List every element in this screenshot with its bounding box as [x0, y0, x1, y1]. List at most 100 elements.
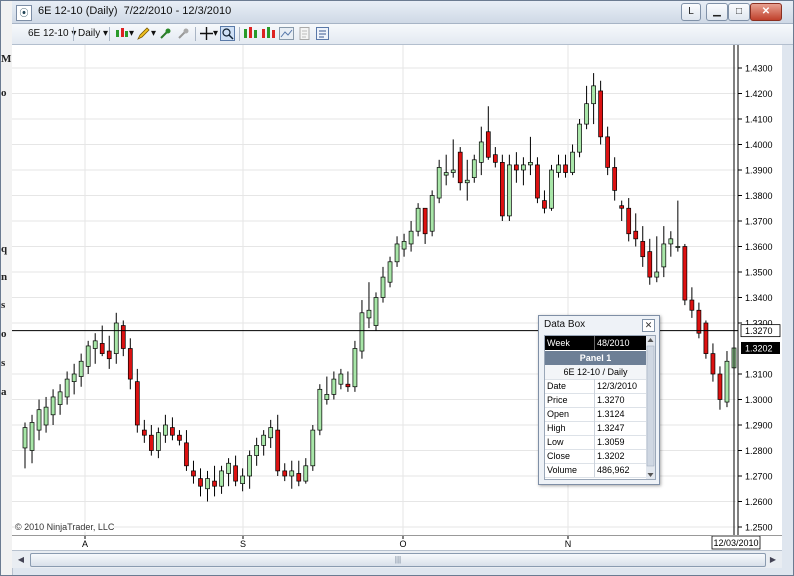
- indicators-icon[interactable]: [243, 26, 258, 41]
- close-icon[interactable]: ✕: [642, 319, 655, 332]
- chart-image-icon[interactable]: [279, 26, 294, 41]
- price-label: 1.3700: [745, 217, 773, 227]
- week-label: Week: [547, 336, 595, 350]
- price-label: 1.4300: [745, 64, 773, 74]
- horizontal-scrollbar[interactable]: ◀ ||| ▶: [12, 550, 782, 568]
- up-candle: [415, 207, 421, 232]
- background-window-letter: s: [1, 357, 6, 369]
- background-window-letter: o: [1, 328, 7, 340]
- down-candle: [703, 322, 709, 354]
- down-candle: [682, 246, 688, 301]
- down-candle: [612, 167, 618, 191]
- up-candle: [338, 373, 344, 385]
- last-price-label: 1.3202: [745, 343, 773, 353]
- down-candle: [198, 478, 203, 487]
- down-candle: [689, 299, 695, 311]
- row-value: 1.3247: [597, 423, 625, 433]
- scroll-down-icon[interactable]: [647, 473, 654, 477]
- down-candle: [633, 230, 639, 240]
- week-row: Week 48/2010: [545, 336, 646, 350]
- chart-app-icon: ⦿: [16, 5, 32, 21]
- background-window-letter: n: [1, 271, 8, 283]
- row-label: Low: [547, 435, 595, 449]
- chevron-down-icon[interactable]: ▾: [213, 26, 218, 41]
- up-candle: [29, 422, 35, 451]
- price-label: 1.3600: [745, 242, 773, 252]
- up-candle: [219, 470, 224, 487]
- week-value: 48/2010: [597, 338, 630, 348]
- strategies-icon[interactable]: [261, 26, 276, 41]
- chart-toolbar: 6E 12-10 ▾ Daily ▾ ▾ ▾ ▾: [12, 24, 793, 45]
- up-candle: [303, 465, 309, 482]
- row-value: 1.3059: [597, 437, 625, 447]
- down-candle: [640, 241, 646, 258]
- toolbar-separator: [109, 27, 110, 41]
- data-box-window[interactable]: Data Box ✕ Week 48/2010 Panel 1 6E 12-10…: [538, 315, 660, 485]
- down-candle: [275, 429, 281, 472]
- scroll-left-icon[interactable]: ◀: [14, 553, 28, 566]
- chart-panel[interactable]: 1.4300 1.4200 1.4100 1.4000 1.3900 1.3800 1.37…: [12, 45, 782, 535]
- up-candle: [310, 429, 316, 467]
- instrument-selector[interactable]: 6E 12-10 ▾: [28, 26, 76, 41]
- scroll-up-icon[interactable]: [647, 338, 654, 342]
- data-box-grid: Week 48/2010 Panel 1 6E 12-10 / Daily Da…: [544, 335, 647, 480]
- pencil-icon[interactable]: [136, 26, 151, 41]
- down-candle: [710, 353, 716, 375]
- up-candle: [359, 312, 365, 352]
- scroll-thumb[interactable]: |||: [30, 553, 766, 567]
- chevron-down-icon[interactable]: ▾: [151, 26, 156, 41]
- scroll-right-icon[interactable]: ▶: [766, 553, 780, 566]
- price-label: 1.2800: [745, 446, 773, 456]
- draw-marker-icon[interactable]: [158, 26, 173, 41]
- chevron-down-icon[interactable]: ▾: [129, 26, 134, 41]
- scroll-thumb[interactable]: [646, 345, 655, 467]
- time-axis-labels: A S O N 12/03/2010: [82, 535, 761, 550]
- down-candle: [542, 200, 547, 209]
- price-chart[interactable]: 1.4300 1.4200 1.4100 1.4000 1.3900 1.3800 1.37…: [12, 45, 782, 535]
- up-candle: [43, 406, 49, 426]
- up-candle: [724, 360, 730, 403]
- up-candle: [352, 348, 358, 388]
- down-candle: [457, 151, 463, 184]
- background-window-letter: s: [1, 299, 6, 311]
- up-candle: [373, 297, 379, 326]
- data-box-scroll-track: [646, 338, 655, 477]
- down-candle: [563, 164, 568, 173]
- up-candle: [478, 141, 484, 163]
- up-candle: [380, 276, 386, 298]
- up-candle: [394, 243, 400, 263]
- row-label: Date: [547, 379, 595, 393]
- down-candle: [184, 442, 189, 467]
- interval-selector[interactable]: Daily ▾: [78, 26, 108, 41]
- title-bar[interactable]: ⦿ 6E 12-10 (Daily) 7/22/2010 - 12/3/2010…: [12, 1, 793, 24]
- row-label: Open: [547, 407, 595, 421]
- time-label: N: [565, 539, 572, 549]
- up-candle: [71, 373, 77, 383]
- up-candle: [387, 261, 393, 283]
- zoom-icon[interactable]: [220, 26, 235, 41]
- up-candle: [436, 167, 442, 199]
- close-icon[interactable]: ✕: [750, 3, 782, 21]
- up-candle: [78, 360, 84, 377]
- down-candle: [191, 470, 196, 477]
- down-candle: [99, 343, 105, 354]
- properties-icon[interactable]: [315, 26, 330, 41]
- crosshair-icon[interactable]: [199, 26, 214, 41]
- maximize-icon[interactable]: □: [728, 3, 750, 21]
- link-button[interactable]: L: [681, 3, 701, 21]
- data-row-date: Date 12/3/2010: [545, 379, 646, 394]
- interval-label: Daily: [78, 28, 101, 39]
- up-candle: [247, 455, 252, 477]
- down-candle: [106, 350, 112, 360]
- data-box-scrollbar[interactable]: [646, 335, 656, 480]
- toolbar-separator: [73, 27, 74, 41]
- up-candle: [331, 378, 337, 395]
- down-candle: [296, 473, 302, 482]
- remove-drawing-icon[interactable]: [176, 26, 191, 41]
- document-icon[interactable]: [297, 26, 312, 41]
- down-candle: [212, 480, 217, 487]
- down-candle: [514, 164, 519, 171]
- bar-type-icon[interactable]: [114, 26, 129, 41]
- up-candle: [50, 396, 56, 416]
- minimize-icon[interactable]: ▁: [706, 3, 728, 21]
